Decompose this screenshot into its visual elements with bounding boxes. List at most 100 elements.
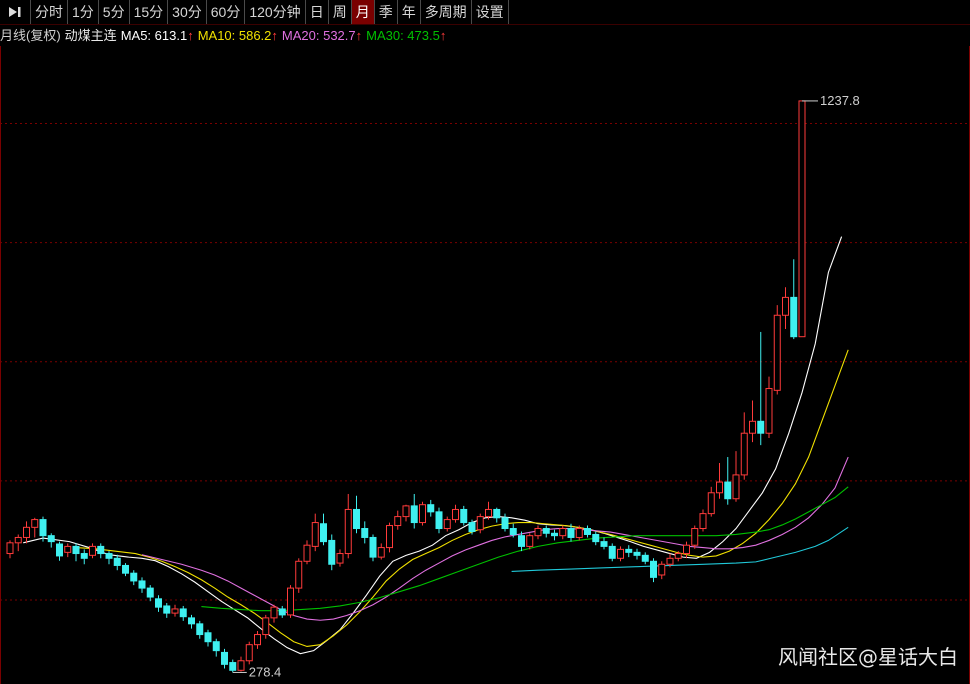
candle-34: [287, 585, 294, 618]
candle-84: [699, 509, 707, 532]
ma30-label: MA30: 473.5: [366, 28, 440, 43]
ma-line-ma5: [23, 236, 843, 655]
candle-body-91: [757, 420, 765, 434]
candle-44: [369, 534, 377, 562]
candle-37: [311, 513, 319, 552]
candlestick-chart[interactable]: 1237.8 278.4: [0, 46, 970, 684]
candle-body-94: [782, 296, 789, 316]
candle-45: [377, 543, 385, 560]
period-tab-7[interactable]: 日: [306, 0, 329, 24]
candle-31: [262, 614, 270, 639]
candle-32: [270, 604, 278, 623]
candle-body-73: [608, 545, 616, 559]
candle-body-5: [47, 535, 55, 543]
candle-body-25: [212, 641, 220, 652]
candle-48: [402, 504, 410, 522]
candle-94: [782, 287, 789, 329]
candle-body-1: [14, 536, 22, 544]
candle-49: [410, 493, 418, 529]
candle-0: [6, 540, 14, 559]
period-tab-10[interactable]: 季: [375, 0, 398, 24]
symbol-name: 动煤主连: [64, 28, 117, 43]
period-tab-5[interactable]: 60分: [207, 0, 246, 24]
candle-body-55: [460, 508, 468, 524]
candle-25: [212, 638, 220, 657]
ma5-up-arrow: ↑: [187, 28, 194, 43]
candle-14: [122, 563, 129, 577]
candle-body-61: [509, 528, 517, 535]
candle-body-58: [485, 508, 492, 518]
candle-30: [254, 630, 261, 649]
candle-body-52: [435, 511, 443, 530]
candle-body-12: [105, 553, 113, 559]
candle-body-18: [155, 598, 162, 608]
candle-42: [353, 495, 360, 534]
candle-body-15: [130, 572, 138, 582]
candle-46: [386, 522, 393, 553]
extreme-annotations: 1237.8 278.4: [232, 93, 860, 679]
play-bar-icon-glyph: [9, 7, 21, 17]
candle-body-49: [410, 505, 418, 524]
candle-36: [303, 540, 311, 565]
period-tab-2[interactable]: 5分: [99, 0, 130, 24]
candle-8: [72, 543, 80, 562]
candle-95: [790, 259, 798, 340]
candle-body-84: [699, 513, 707, 530]
candle-50: [419, 501, 426, 526]
candle-body-41: [344, 508, 352, 555]
candle-body-6: [56, 543, 63, 557]
candle-body-80: [666, 557, 674, 565]
period-tab-4[interactable]: 30分: [168, 0, 207, 24]
candle-body-19: [163, 605, 171, 614]
period-tab-3[interactable]: 15分: [130, 0, 169, 24]
period-tab-1[interactable]: 1分: [68, 0, 99, 24]
ma20-readout: MA20: 532.7↑: [282, 26, 362, 46]
candle-67: [559, 525, 567, 540]
period-tab-6[interactable]: 120分钟: [245, 0, 306, 24]
candle-body-82: [683, 544, 690, 555]
ma20-up-arrow: ↑: [355, 28, 363, 43]
candle-body-38: [320, 523, 327, 543]
candle-body-31: [262, 617, 270, 636]
candle-body-40: [336, 553, 344, 564]
period-tab-13[interactable]: 设置: [472, 0, 509, 24]
candle-body-23: [196, 623, 204, 636]
period-tab-11[interactable]: 年: [398, 0, 421, 24]
period-tab-9[interactable]: 月: [351, 0, 375, 24]
candle-body-50: [419, 504, 426, 524]
candle-41: [344, 493, 352, 559]
candle-82: [683, 541, 690, 559]
candles: [6, 100, 806, 673]
candle-1: [14, 534, 22, 552]
candle-body-14: [122, 564, 129, 574]
candle-75: [625, 545, 633, 558]
candle-16: [138, 577, 146, 593]
candle-9: [80, 549, 88, 565]
candle-39: [328, 534, 336, 571]
candle-body-27: [229, 662, 237, 671]
candle-body-92: [765, 388, 773, 434]
candle-6: [56, 541, 63, 561]
candle-body-30: [254, 634, 261, 646]
candle-10: [89, 543, 96, 559]
play-bar-icon[interactable]: [0, 0, 31, 24]
period-tab-12[interactable]: 多周期: [421, 0, 472, 24]
period-tab-0[interactable]: 分时: [31, 0, 68, 24]
candle-body-88: [732, 474, 740, 500]
ma20-label: MA20: 532.7: [281, 28, 356, 43]
candle-11: [97, 543, 105, 559]
candle-body-35: [295, 560, 303, 589]
period-tab-8[interactable]: 周: [329, 0, 352, 24]
candle-body-75: [625, 548, 633, 553]
candle-40: [336, 549, 344, 567]
candle-body-48: [402, 505, 410, 518]
candle-body-7: [64, 545, 72, 553]
candle-53: [443, 516, 451, 532]
candle-body-69: [575, 528, 583, 538]
candle-59: [493, 507, 501, 523]
candle-body-20: [171, 608, 179, 614]
candle-91: [757, 331, 765, 446]
candle-body-63: [526, 535, 534, 547]
candle-body-72: [600, 541, 608, 547]
candle-body-96: [798, 100, 806, 338]
